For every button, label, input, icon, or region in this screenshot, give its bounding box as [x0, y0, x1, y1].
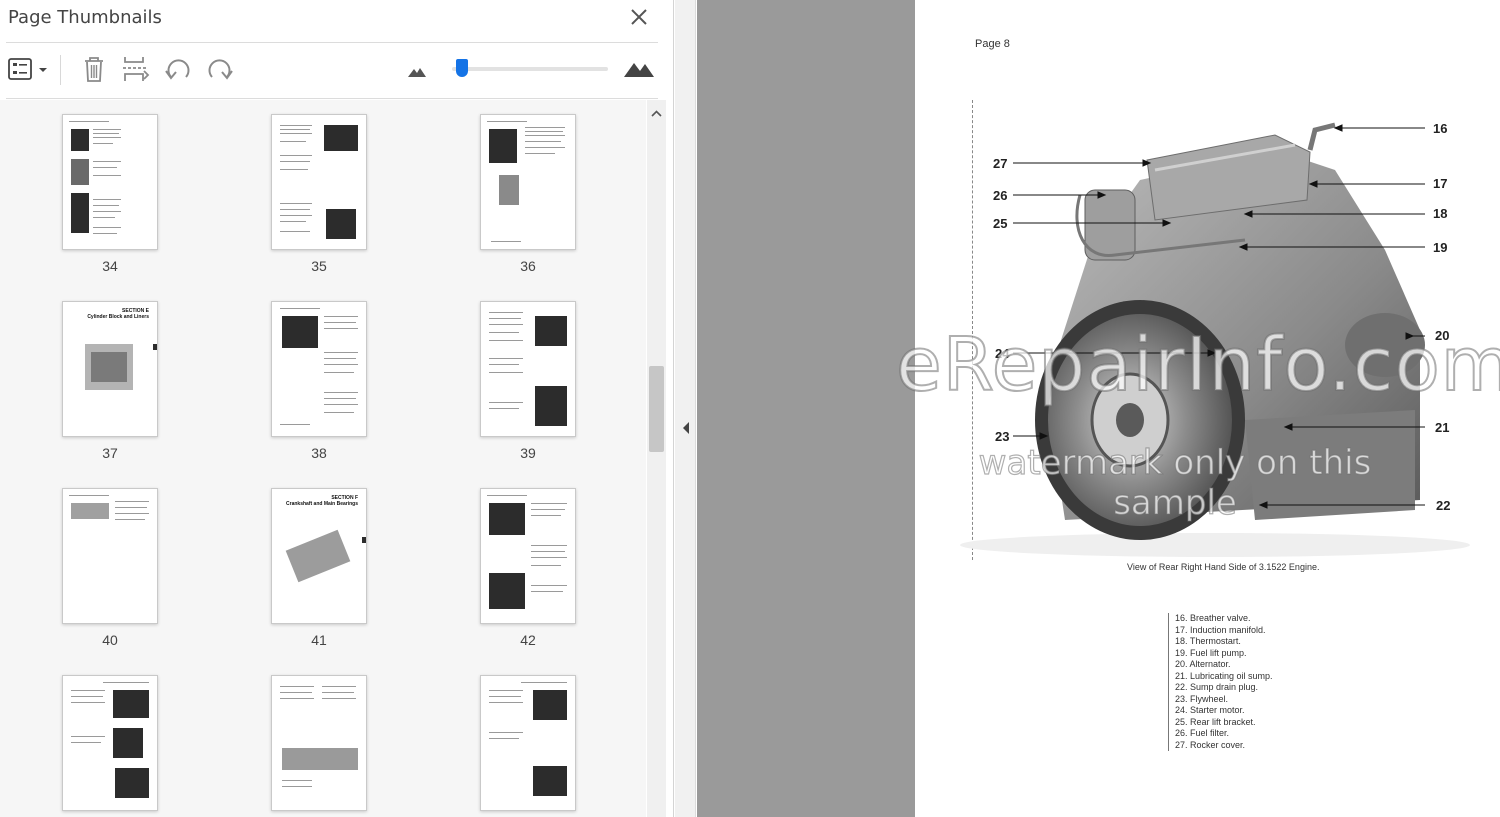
slider-track — [452, 67, 608, 71]
document-background — [697, 0, 915, 817]
legend-item: 16. Breather valve. — [1168, 613, 1368, 625]
legend-item: 20. Alternator. — [1168, 659, 1368, 671]
rotate-clockwise-icon — [208, 59, 233, 80]
slider-thumb[interactable] — [456, 59, 468, 77]
zoom-in-thumbnails-button[interactable] — [622, 53, 656, 85]
rotate-clockwise-button[interactable] — [204, 53, 236, 85]
page-thumbnail-45[interactable] — [480, 675, 576, 811]
page-number-label: 38 — [311, 445, 327, 461]
callout-27: 27 — [993, 156, 1007, 171]
page-thumbnail-42[interactable] — [480, 488, 576, 624]
close-icon — [631, 9, 647, 25]
callout-21: 21 — [1435, 420, 1449, 435]
thumbnail-options-icon — [8, 58, 47, 80]
callout-16: 16 — [1433, 121, 1447, 136]
legend-item: 26. Fuel filter. — [1168, 728, 1368, 740]
rotate-counterclockwise-button[interactable] — [162, 53, 194, 85]
document-page: Page 8 16 17 18 19 20 21 22 23 24 25 26 … — [895, 0, 1500, 817]
legend-item: 25. Rear lift bracket. — [1168, 716, 1368, 728]
page-number-label: 37 — [102, 445, 118, 461]
page-thumbnail-37[interactable]: SECTION E Cylinder Block and Liners — [62, 301, 158, 437]
legend-item: 27. Rocker cover. — [1168, 739, 1368, 751]
delete-pages-button[interactable] — [78, 53, 110, 85]
legend-item: 24. Starter motor. — [1168, 705, 1368, 717]
zoom-out-thumbnails-button[interactable] — [406, 53, 428, 85]
large-mountain-icon — [624, 63, 654, 77]
page-header-label: Page 8 — [975, 38, 1010, 50]
page-thumbnail-40[interactable] — [62, 488, 158, 624]
page-number-label: 42 — [520, 632, 536, 648]
thumbnail-options-button[interactable] — [6, 53, 50, 85]
replace-pages-icon — [123, 57, 150, 81]
replace-pages-button[interactable] — [120, 53, 152, 85]
panel-title: Page Thumbnails — [8, 7, 162, 28]
callout-18: 18 — [1433, 206, 1447, 221]
toolbar-separator — [60, 55, 61, 85]
page-number-label: 35 — [311, 258, 327, 274]
figure-caption: View of Rear Right Hand Side of 3.1522 E… — [1127, 562, 1320, 572]
legend-item: 21. Lubricating oil sump. — [1168, 670, 1368, 682]
page-thumbnail-36[interactable] — [480, 114, 576, 250]
page-number-label: 41 — [311, 632, 327, 648]
legend-item: 22. Sump drain plug. — [1168, 682, 1368, 694]
thumbnail-section-subtitle: Cylinder Block and Liners — [87, 314, 149, 320]
page-number-label: 36 — [520, 258, 536, 274]
toolbar-divider — [6, 98, 658, 99]
legend-item: 18. Thermostart. — [1168, 636, 1368, 648]
figure-legend: 16. Breather valve. 17. Induction manifo… — [1168, 613, 1368, 751]
thumbnails-toolbar — [0, 43, 660, 97]
thumbnail-size-slider[interactable] — [452, 59, 608, 77]
page-thumbnail-39[interactable] — [480, 301, 576, 437]
trash-icon — [85, 57, 103, 82]
page-thumbnail-38[interactable] — [271, 301, 367, 437]
callout-19: 19 — [1433, 240, 1447, 255]
callout-20: 20 — [1435, 328, 1449, 343]
page-thumbnail-35[interactable] — [271, 114, 367, 250]
page-thumbnail-44[interactable] — [271, 675, 367, 811]
panel-splitter[interactable] — [675, 0, 696, 817]
legend-item: 23. Flywheel. — [1168, 693, 1368, 705]
legend-item: 17. Induction manifold. — [1168, 624, 1368, 636]
callout-22: 22 — [1436, 498, 1450, 513]
engine-photograph: 16 17 18 19 20 21 22 23 24 25 26 27 — [960, 121, 1470, 557]
legend-item: 19. Fuel lift pump. — [1168, 647, 1368, 659]
page-number-label: 39 — [520, 445, 536, 461]
thumbnail-section-subtitle: Crankshaft and Main Bearings — [286, 501, 358, 507]
chevron-up-icon — [651, 110, 662, 117]
close-panel-button[interactable] — [626, 4, 652, 30]
page-thumbnail-34[interactable] — [62, 114, 158, 250]
callout-25: 25 — [993, 216, 1007, 231]
page-thumbnail-41[interactable]: SECTION F Crankshaft and Main Bearings — [271, 488, 367, 624]
callout-26: 26 — [993, 188, 1007, 203]
thumbnail-scrollbar[interactable] — [647, 100, 666, 817]
small-mountain-icon — [408, 68, 426, 77]
callout-23: 23 — [995, 429, 1009, 444]
callout-24: 24 — [995, 346, 1010, 361]
page-thumbnail-43[interactable] — [62, 675, 158, 811]
page-number-label: 40 — [102, 632, 118, 648]
rotate-counterclockwise-icon — [165, 59, 190, 80]
collapse-arrow-icon[interactable] — [680, 420, 692, 436]
callout-17: 17 — [1433, 176, 1447, 191]
page-number-label: 34 — [102, 258, 118, 274]
page-thumbnails-panel: Page Thumbnails 34 35 36 SECTION E Cylin… — [0, 0, 674, 817]
thumbnail-grid: 34 35 36 SECTION E Cylinder Block and Li… — [0, 100, 646, 817]
scroll-up-button[interactable] — [647, 106, 666, 122]
scrollbar-thumb[interactable] — [649, 366, 664, 452]
